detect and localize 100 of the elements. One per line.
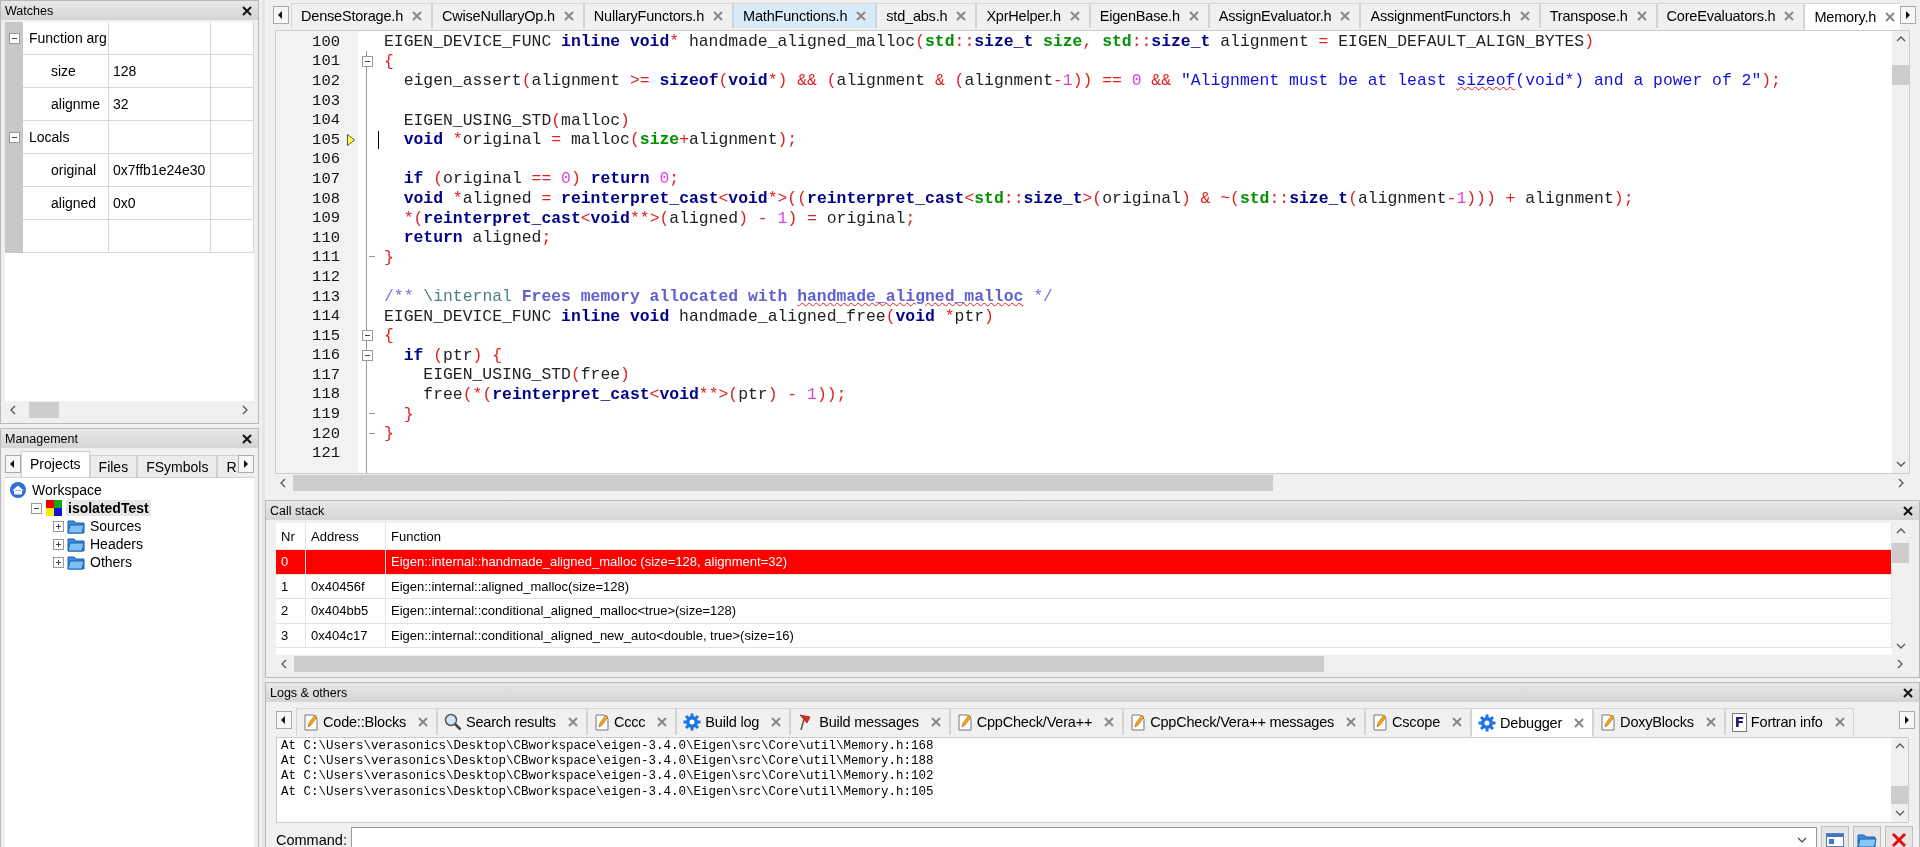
- fold-icon[interactable]: [361, 349, 373, 361]
- table-cell: aligned: [23, 187, 109, 220]
- gear-icon: [683, 713, 702, 731]
- line-number: 117: [311, 365, 341, 385]
- tab[interactable]: Search results: [437, 708, 587, 735]
- open-button[interactable]: [1853, 826, 1881, 847]
- column-header[interactable]: Nr: [276, 523, 306, 549]
- scroll-thumb[interactable]: [1891, 786, 1908, 804]
- file-tab[interactable]: DenseStorage.h: [291, 3, 432, 28]
- code-line: /** \internal Frees memory allocated with handmade_aligned_malloc */: [383, 287, 1053, 306]
- scroll-right-button[interactable]: [1900, 6, 1916, 24]
- scroll-left-button[interactable]: [276, 711, 292, 729]
- expand-icon[interactable]: [53, 520, 64, 532]
- scroll-thumb[interactable]: [293, 475, 1273, 491]
- scroll-thumb[interactable]: [1892, 543, 1909, 563]
- file-tab[interactable]: AssignmentFunctors.h: [1360, 3, 1540, 28]
- file-tab[interactable]: NullaryFunctors.h: [583, 3, 734, 28]
- folder-icon: [67, 536, 85, 552]
- collapse-icon[interactable]: [31, 502, 42, 514]
- table-cell: alignme: [23, 88, 109, 121]
- file-tab[interactable]: AssignEvaluator.h: [1208, 3, 1361, 28]
- pencil-icon: [303, 713, 319, 731]
- tab[interactable]: F Fortran info: [1724, 708, 1854, 735]
- scroll-thumb[interactable]: [1892, 65, 1909, 85]
- line-number: 115: [311, 325, 341, 346]
- tab[interactable]: Build messages: [790, 708, 950, 735]
- line-number: 104: [311, 110, 341, 130]
- file-tab[interactable]: MathFunctions.h: [733, 3, 877, 28]
- file-tab[interactable]: CwiseNullaryOp.h: [432, 3, 584, 28]
- clear-button[interactable]: [1885, 826, 1913, 847]
- fold-icon[interactable]: [361, 55, 373, 67]
- tab[interactable]: DoxyBlocks: [1593, 708, 1725, 735]
- scroll-right-button[interactable]: [1899, 711, 1915, 729]
- line-number: 112: [311, 267, 341, 287]
- tab[interactable]: Files: [89, 455, 138, 477]
- table-row[interactable]: 0 Eigen::internal::handmade_aligned_malloc (size=128, alignment=32): [276, 550, 1892, 575]
- tab[interactable]: R: [217, 455, 238, 477]
- file-tab[interactable]: Memory.h: [1804, 3, 1900, 30]
- empty-cell: [211, 22, 254, 55]
- scrollbar[interactable]: [1891, 738, 1908, 822]
- tree-item[interactable]: Workspace: [30, 482, 104, 498]
- close-icon[interactable]: [1903, 687, 1913, 698]
- table-row[interactable]: 3 0x404c17 Eigen::internal::conditional_aligned_new_auto<double, true>(size=16): [276, 623, 1892, 648]
- line-number: 103: [311, 90, 341, 111]
- pencil-icon: [1372, 713, 1389, 731]
- command-label: Command:: [276, 832, 347, 847]
- close-icon[interactable]: [242, 433, 252, 444]
- line-number: 109: [311, 208, 341, 228]
- close-icon[interactable]: [242, 5, 252, 16]
- tree-item[interactable]: isolatedTest: [66, 500, 151, 516]
- home-icon: [9, 481, 27, 499]
- pencil-icon: [1130, 713, 1147, 731]
- scroll-right-button[interactable]: [238, 455, 254, 473]
- file-tab[interactable]: XprHelper.h: [976, 3, 1090, 28]
- scroll-thumb[interactable]: [29, 402, 59, 418]
- fold-icon[interactable]: [361, 330, 373, 342]
- tab[interactable]: Code::Blocks: [296, 708, 438, 735]
- line-number: 120: [311, 423, 341, 444]
- tree-item[interactable]: Headers: [88, 536, 145, 552]
- tab[interactable]: Cscope: [1365, 708, 1471, 735]
- window-button[interactable]: [1821, 826, 1849, 847]
- empty-cell: [211, 154, 254, 187]
- command-field[interactable]: [350, 827, 1817, 847]
- expand-icon[interactable]: [53, 538, 64, 550]
- line-number: 106: [311, 149, 341, 170]
- collapse-icon[interactable]: [8, 131, 20, 143]
- file-tab[interactable]: Transpose.h: [1539, 3, 1657, 28]
- file-tab[interactable]: EigenBase.h: [1089, 3, 1209, 28]
- column-header[interactable]: Address: [306, 523, 386, 549]
- scrollbar[interactable]: [1892, 31, 1909, 473]
- close-icon[interactable]: [1903, 505, 1913, 516]
- log-line: At C:\Users\verasonics\Desktop\CBworkspace\eigen-3.4.0\Eigen\src\Core\util\Memory.h:105: [281, 784, 935, 800]
- code-line: void *aligned = reinterpret_cast<void*>((reinterpret_cast<std::size_t>(original) & ~(std::size_t(alignment-1))) + alignment);: [402, 189, 1634, 209]
- table-cell: 0x0: [109, 187, 211, 220]
- folder-icon: [67, 554, 85, 570]
- tab[interactable]: Cccc: [586, 708, 677, 735]
- tab[interactable]: Projects: [21, 451, 90, 477]
- line-number: 114: [311, 306, 341, 326]
- collapse-icon[interactable]: [8, 32, 20, 44]
- expand-icon[interactable]: [53, 556, 64, 568]
- tab[interactable]: Build log: [676, 708, 791, 735]
- scroll-left-button[interactable]: [273, 6, 289, 24]
- document-icon: F: [1731, 712, 1747, 732]
- tab[interactable]: CppCheck/Vera++ messages: [1123, 708, 1366, 735]
- table-cell: 0x404bb5: [306, 599, 386, 623]
- scroll-thumb[interactable]: [294, 656, 1324, 672]
- tab[interactable]: FSymbols: [137, 455, 218, 477]
- tree-item[interactable]: Others: [88, 554, 134, 570]
- tree-item[interactable]: Sources: [88, 518, 144, 534]
- table-cell: 0x40456f: [306, 574, 386, 598]
- tab[interactable]: Debugger: [1471, 708, 1594, 737]
- tab[interactable]: CppCheck/Vera++: [949, 708, 1124, 735]
- scroll-left-button[interactable]: [5, 455, 21, 473]
- code-line: return aligned;: [402, 228, 552, 248]
- file-tab[interactable]: std_abs.h: [876, 3, 977, 28]
- empty-cell: [211, 121, 254, 154]
- table-cell: 2: [276, 599, 306, 623]
- table-row[interactable]: 1 0x40456f Eigen::internal::aligned_malloc(size=128): [276, 574, 1892, 599]
- file-tab[interactable]: CoreEvaluators.h: [1656, 3, 1805, 28]
- table-row[interactable]: 2 0x404bb5 Eigen::internal::conditional_aligned_malloc<true>(size=128): [276, 599, 1892, 624]
